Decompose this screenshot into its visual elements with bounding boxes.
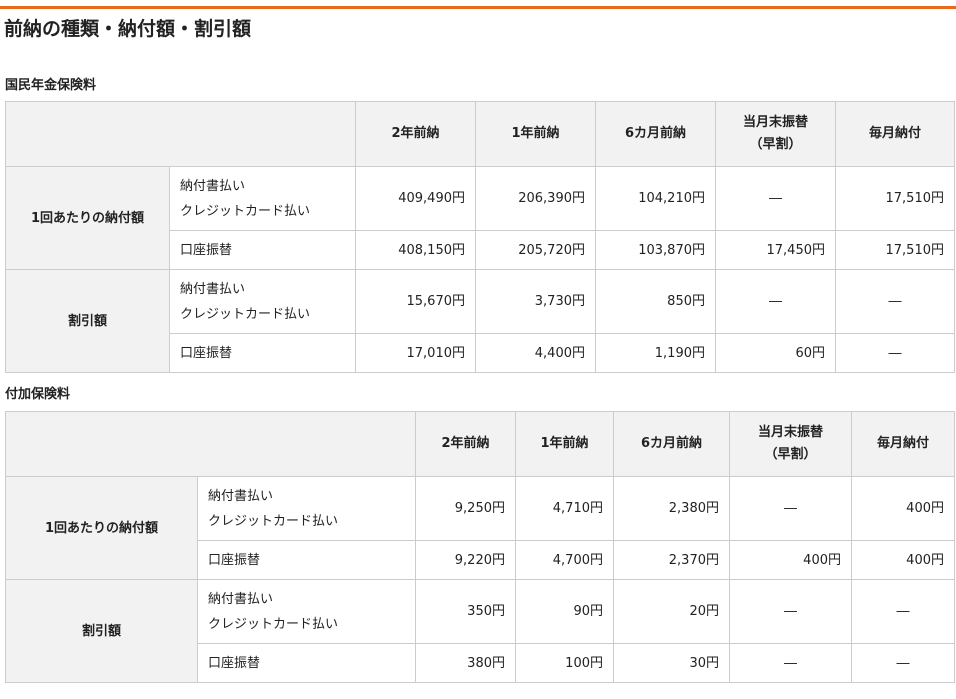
column-header: 当月末振替 （早割）: [729, 411, 852, 477]
amount-cell: 17,450円: [715, 230, 836, 270]
amount-cell: 400円: [729, 540, 852, 580]
amount-cell: ―: [729, 579, 852, 644]
amount-cell: 4,400円: [475, 333, 596, 373]
amount-cell: 17,010円: [355, 333, 476, 373]
payment-method-cell: 口座振替: [197, 643, 416, 683]
amount-cell: 1,190円: [595, 333, 716, 373]
amount-cell: ―: [715, 269, 836, 334]
table-row: 割引額 納付書払い クレジットカード払い 350円 90円 20円 ― ―: [5, 579, 955, 683]
table-header-row: 2年前納 1年前納 6カ月前納 当月末振替 （早割） 毎月納付: [5, 411, 955, 477]
amount-cell: 380円: [415, 643, 516, 683]
row-group-label: 1回あたりの納付額: [5, 476, 198, 580]
amount-cell: 206,390円: [475, 166, 596, 231]
column-header: 1年前納: [475, 101, 596, 167]
amount-cell: ―: [715, 166, 836, 231]
amount-cell: ―: [835, 269, 955, 334]
amount-cell: 4,710円: [515, 476, 614, 541]
amount-cell: 17,510円: [835, 166, 955, 231]
amount-cell: 400円: [851, 476, 955, 541]
amount-cell: 104,210円: [595, 166, 716, 231]
amount-cell: 15,670円: [355, 269, 476, 334]
column-header: 2年前納: [415, 411, 516, 477]
amount-cell: 90円: [515, 579, 614, 644]
amount-cell: ―: [851, 643, 955, 683]
amount-cell: 20円: [613, 579, 730, 644]
amount-cell: ―: [729, 476, 852, 541]
column-header: 6カ月前納: [595, 101, 716, 167]
column-header: 2年前納: [355, 101, 476, 167]
amount-cell: 9,220円: [415, 540, 516, 580]
column-header: 1年前納: [515, 411, 614, 477]
table-header-row: 2年前納 1年前納 6カ月前納 当月末振替 （早割） 毎月納付: [5, 101, 955, 167]
payment-method-cell: 納付書払い クレジットカード払い: [197, 579, 416, 644]
amount-cell: 103,870円: [595, 230, 716, 270]
header-corner-cell: [5, 411, 416, 477]
additional-premium-fee-table: 2年前納 1年前納 6カ月前納 当月末振替 （早割） 毎月納付 1回あたりの納付額…: [5, 411, 955, 683]
column-header: 当月末振替 （早割）: [715, 101, 836, 167]
amount-cell: 850円: [595, 269, 716, 334]
amount-cell: 60円: [715, 333, 836, 373]
table-row: 1回あたりの納付額 納付書払い クレジットカード払い 9,250円 4,710円 …: [5, 476, 955, 580]
amount-cell: 4,700円: [515, 540, 614, 580]
amount-cell: 17,510円: [835, 230, 955, 270]
amount-cell: 30円: [613, 643, 730, 683]
amount-cell: 2,370円: [613, 540, 730, 580]
table-row: 1回あたりの納付額 納付書払い クレジットカード払い 409,490円 206,3…: [5, 166, 955, 270]
payment-method-cell: 口座振替: [169, 333, 356, 373]
amount-cell: 350円: [415, 579, 516, 644]
amount-cell: 205,720円: [475, 230, 596, 270]
header-corner-cell: [5, 101, 356, 167]
row-group-label: 1回あたりの納付額: [5, 166, 170, 270]
payment-method-cell: 口座振替: [197, 540, 416, 580]
amount-cell: 408,150円: [355, 230, 476, 270]
amount-cell: ―: [835, 333, 955, 373]
row-group-label: 割引額: [5, 269, 170, 373]
column-header: 毎月納付: [851, 411, 955, 477]
column-header: 毎月納付: [835, 101, 955, 167]
amount-cell: 400円: [851, 540, 955, 580]
section-title-additional-premium: 付加保険料: [5, 387, 71, 402]
payment-method-cell: 納付書払い クレジットカード払い: [169, 166, 356, 231]
amount-cell: ―: [729, 643, 852, 683]
amount-cell: 100円: [515, 643, 614, 683]
amount-cell: 2,380円: [613, 476, 730, 541]
section-title-national-pension: 国民年金保険料: [5, 78, 97, 93]
table-row: 割引額 納付書払い クレジットカード払い 15,670円 3,730円 850円 …: [5, 269, 955, 373]
amount-cell: 9,250円: [415, 476, 516, 541]
page-title: 前納の種類・納付額・割引額: [4, 18, 252, 40]
amount-cell: ―: [851, 579, 955, 644]
payment-method-cell: 納付書払い クレジットカード払い: [197, 476, 416, 541]
amount-cell: 409,490円: [355, 166, 476, 231]
amount-cell: 3,730円: [475, 269, 596, 334]
payment-method-cell: 口座振替: [169, 230, 356, 270]
top-accent-rule: [0, 6, 956, 9]
column-header: 6カ月前納: [613, 411, 730, 477]
national-pension-fee-table: 2年前納 1年前納 6カ月前納 当月末振替 （早割） 毎月納付 1回あたりの納付額…: [5, 101, 955, 373]
payment-method-cell: 納付書払い クレジットカード払い: [169, 269, 356, 334]
row-group-label: 割引額: [5, 579, 198, 683]
